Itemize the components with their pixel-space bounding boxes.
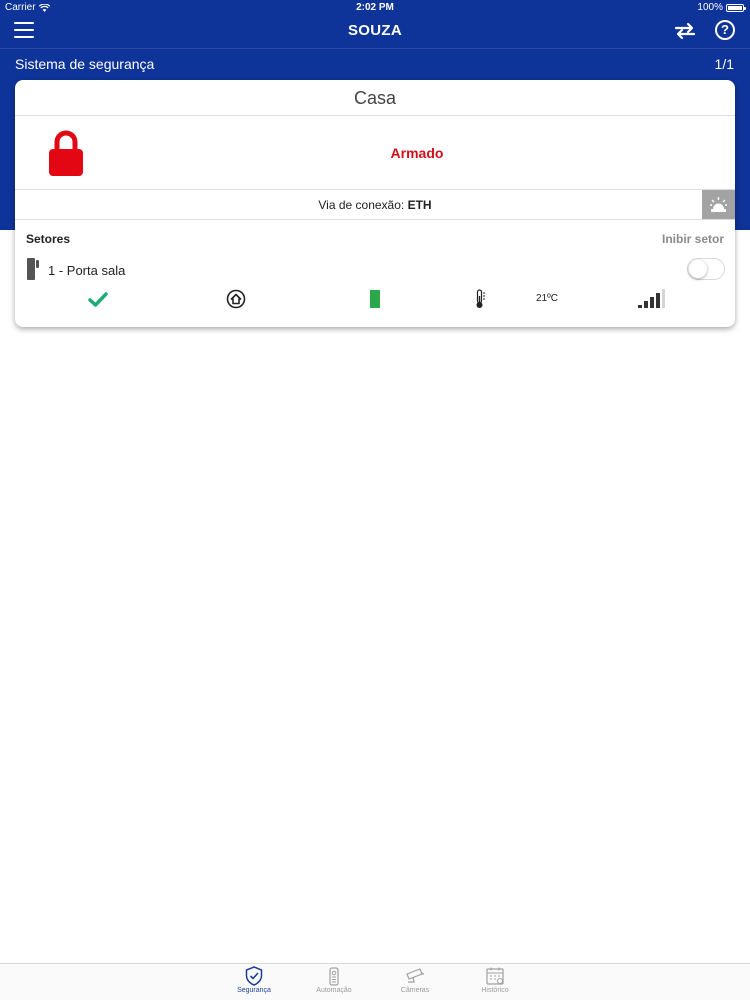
home-icon xyxy=(226,289,246,309)
navigation-bar: SOUZA ? xyxy=(0,16,750,48)
page-indicator: 1/1 xyxy=(714,56,734,72)
panic-siren-button[interactable] xyxy=(702,190,735,219)
camera-icon xyxy=(406,968,425,983)
sector-status-row: 21ºC xyxy=(15,288,735,316)
shield-check-icon xyxy=(245,966,263,986)
tab-label: Histórico xyxy=(481,987,509,994)
partition-card: Casa Armado Via de conexão: ETH Setores … xyxy=(15,80,735,327)
check-icon xyxy=(88,292,108,307)
menu-button[interactable] xyxy=(14,22,34,40)
door-sensor-icon xyxy=(27,258,39,280)
inhibit-sector-toggle[interactable] xyxy=(687,258,725,280)
battery-indicator: 100% xyxy=(697,2,746,13)
battery-percent: 100% xyxy=(697,2,723,13)
battery-icon xyxy=(726,3,746,12)
clock: 2:02 PM xyxy=(356,2,394,13)
inhibit-sector-button[interactable]: Inibir setor xyxy=(662,232,724,246)
app-screen: Carrier 2:02 PM 100% SOUZA ? Sistema de … xyxy=(0,0,750,1000)
tab-label: Automação xyxy=(316,987,352,994)
tab-historico[interactable]: Histórico xyxy=(460,966,530,1000)
tab-label: Segurança xyxy=(237,987,271,994)
thermometer-icon xyxy=(476,289,485,308)
swap-arrows-icon xyxy=(674,22,696,40)
system-title: Sistema de segurança xyxy=(15,56,155,72)
sectors-header: Setores Inibir setor xyxy=(15,220,735,256)
tab-cameras[interactable]: Câmeras xyxy=(380,966,450,1000)
page-title: SOUZA xyxy=(348,22,402,39)
calendar-icon xyxy=(486,967,504,985)
connection-row: Via de conexão: ETH xyxy=(15,190,735,220)
partition-title: Casa xyxy=(15,80,735,116)
help-button[interactable]: ? xyxy=(715,20,735,40)
tab-label: Câmeras xyxy=(400,987,430,994)
switch-account-button[interactable] xyxy=(674,22,696,40)
sector-row: 1 - Porta sala xyxy=(15,256,735,288)
connection-value: ETH xyxy=(407,198,432,212)
tab-bar: Segurança Automação Câmeras Histórico xyxy=(0,963,750,1000)
connection-label: Via de conexão: xyxy=(318,198,405,212)
battery-level-icon xyxy=(370,290,380,308)
system-header: Sistema de segurança 1/1 xyxy=(0,48,750,78)
status-bar: Carrier 2:02 PM 100% xyxy=(0,0,750,16)
tab-seguranca[interactable]: Segurança xyxy=(219,966,289,1000)
siren-icon xyxy=(710,197,727,212)
arm-status-label: Armado xyxy=(390,145,444,161)
sector-temperature: 21ºC xyxy=(536,293,558,304)
signal-icon xyxy=(638,289,665,308)
remote-icon xyxy=(329,967,339,986)
sectors-heading: Setores xyxy=(26,232,71,246)
connection-info: Via de conexão: ETH xyxy=(15,198,735,212)
sector-name: 1 - Porta sala xyxy=(48,263,126,278)
tab-automacao[interactable]: Automação xyxy=(299,966,369,1000)
arm-status-row: Armado xyxy=(15,116,735,190)
